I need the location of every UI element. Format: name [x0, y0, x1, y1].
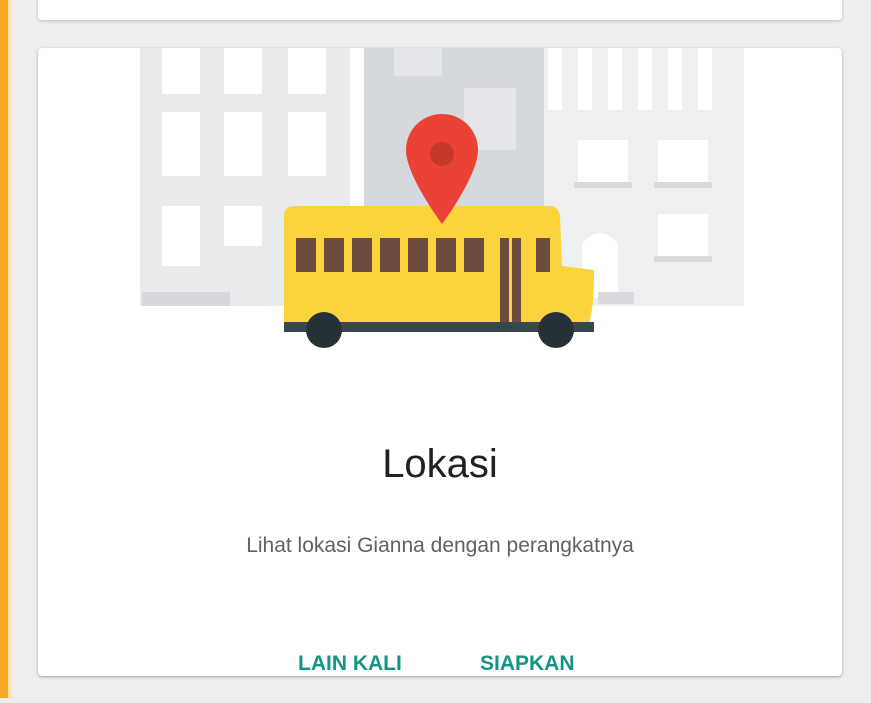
location-card: Lokasi Lihat lokasi Gianna dengan perang…: [38, 48, 842, 676]
later-button[interactable]: LAIN KALI: [292, 644, 408, 684]
school-bus-graphic: [284, 206, 594, 348]
card-actions: LAIN KALI SIAPKAN: [38, 644, 842, 684]
previous-card: [38, 0, 842, 20]
card-title: Lokasi: [382, 442, 498, 486]
setup-button[interactable]: SIAPKAN: [474, 644, 581, 684]
school-bus-location-illustration: [38, 48, 842, 358]
card-description: Lihat lokasi Gianna dengan perangkatnya: [246, 534, 634, 557]
window-edge-accent: [0, 0, 11, 698]
